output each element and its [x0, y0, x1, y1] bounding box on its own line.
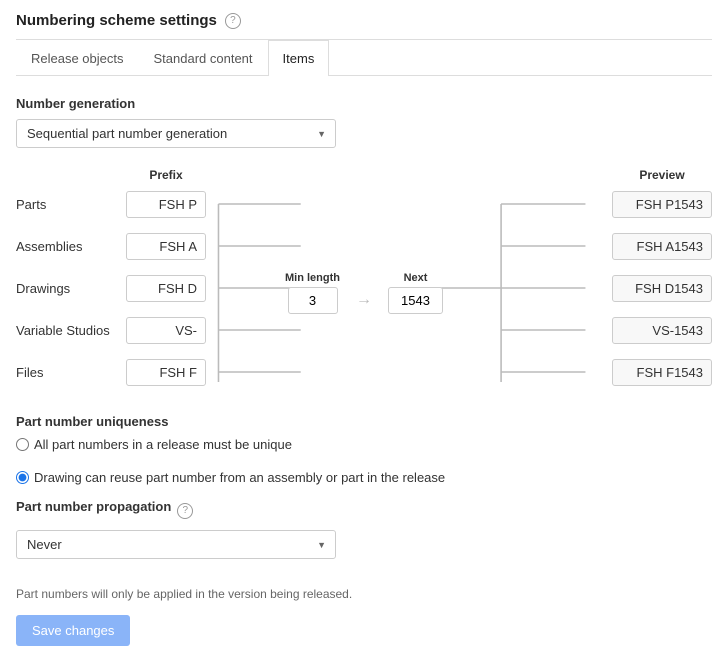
- min-length-label: Min length: [285, 272, 340, 284]
- preview-variable-studios: [612, 317, 712, 344]
- uniqueness-radio-reuse[interactable]: [16, 471, 29, 484]
- row-label-variable-studios: Variable Studios: [16, 323, 126, 338]
- row-label-files: Files: [16, 365, 126, 380]
- next-input[interactable]: [388, 287, 443, 314]
- table-row: Variable Studios: [16, 314, 712, 346]
- uniqueness-radio-group: All part numbers in a release must be un…: [16, 437, 712, 485]
- prefix-input-parts[interactable]: [126, 191, 206, 218]
- propagation-help-icon[interactable]: ?: [177, 503, 193, 519]
- tab-items[interactable]: Items: [268, 40, 330, 76]
- propagation-hint: Part numbers will only be applied in the…: [16, 587, 712, 601]
- row-label-assemblies: Assemblies: [16, 239, 126, 254]
- number-generation-label: Number generation: [16, 96, 712, 111]
- propagation-label: Part number propagation: [16, 499, 171, 514]
- uniqueness-radio-unique[interactable]: [16, 438, 29, 451]
- prefix-input-files[interactable]: [126, 359, 206, 386]
- row-label-drawings: Drawings: [16, 281, 126, 296]
- propagation-select-wrapper: Never Always Ask: [16, 530, 336, 559]
- prefix-input-variable-studios[interactable]: [126, 317, 206, 344]
- prefix-input-assemblies[interactable]: [126, 233, 206, 260]
- row-label-parts: Parts: [16, 197, 126, 212]
- number-generation-select[interactable]: Sequential part number generation: [16, 119, 336, 148]
- tab-release-objects[interactable]: Release objects: [16, 40, 139, 76]
- uniqueness-label: Part number uniqueness: [16, 414, 712, 429]
- save-changes-button[interactable]: Save changes: [16, 615, 130, 646]
- min-length-input[interactable]: [288, 287, 338, 314]
- preview-files: [612, 359, 712, 386]
- col-header-prefix: Prefix: [126, 168, 206, 182]
- table-row: Parts: [16, 188, 712, 220]
- tab-bar: Release objects Standard content Items: [16, 40, 712, 76]
- table-row: Assemblies: [16, 230, 712, 262]
- preview-assemblies: [612, 233, 712, 260]
- prefix-input-drawings[interactable]: [126, 275, 206, 302]
- preview-drawings: [612, 275, 712, 302]
- preview-parts: [612, 191, 712, 218]
- tab-standard-content[interactable]: Standard content: [139, 40, 268, 76]
- propagation-select[interactable]: Never Always Ask: [16, 530, 336, 559]
- number-generation-select-wrapper: Sequential part number generation: [16, 119, 336, 148]
- next-label: Next: [404, 272, 428, 284]
- page-title: Numbering scheme settings: [16, 12, 217, 29]
- page-help-icon[interactable]: ?: [225, 13, 241, 29]
- table-row: Files: [16, 356, 712, 388]
- col-header-preview: Preview: [612, 168, 712, 182]
- uniqueness-option-reuse[interactable]: Drawing can reuse part number from an as…: [16, 470, 445, 485]
- uniqueness-option-unique[interactable]: All part numbers in a release must be un…: [16, 437, 292, 452]
